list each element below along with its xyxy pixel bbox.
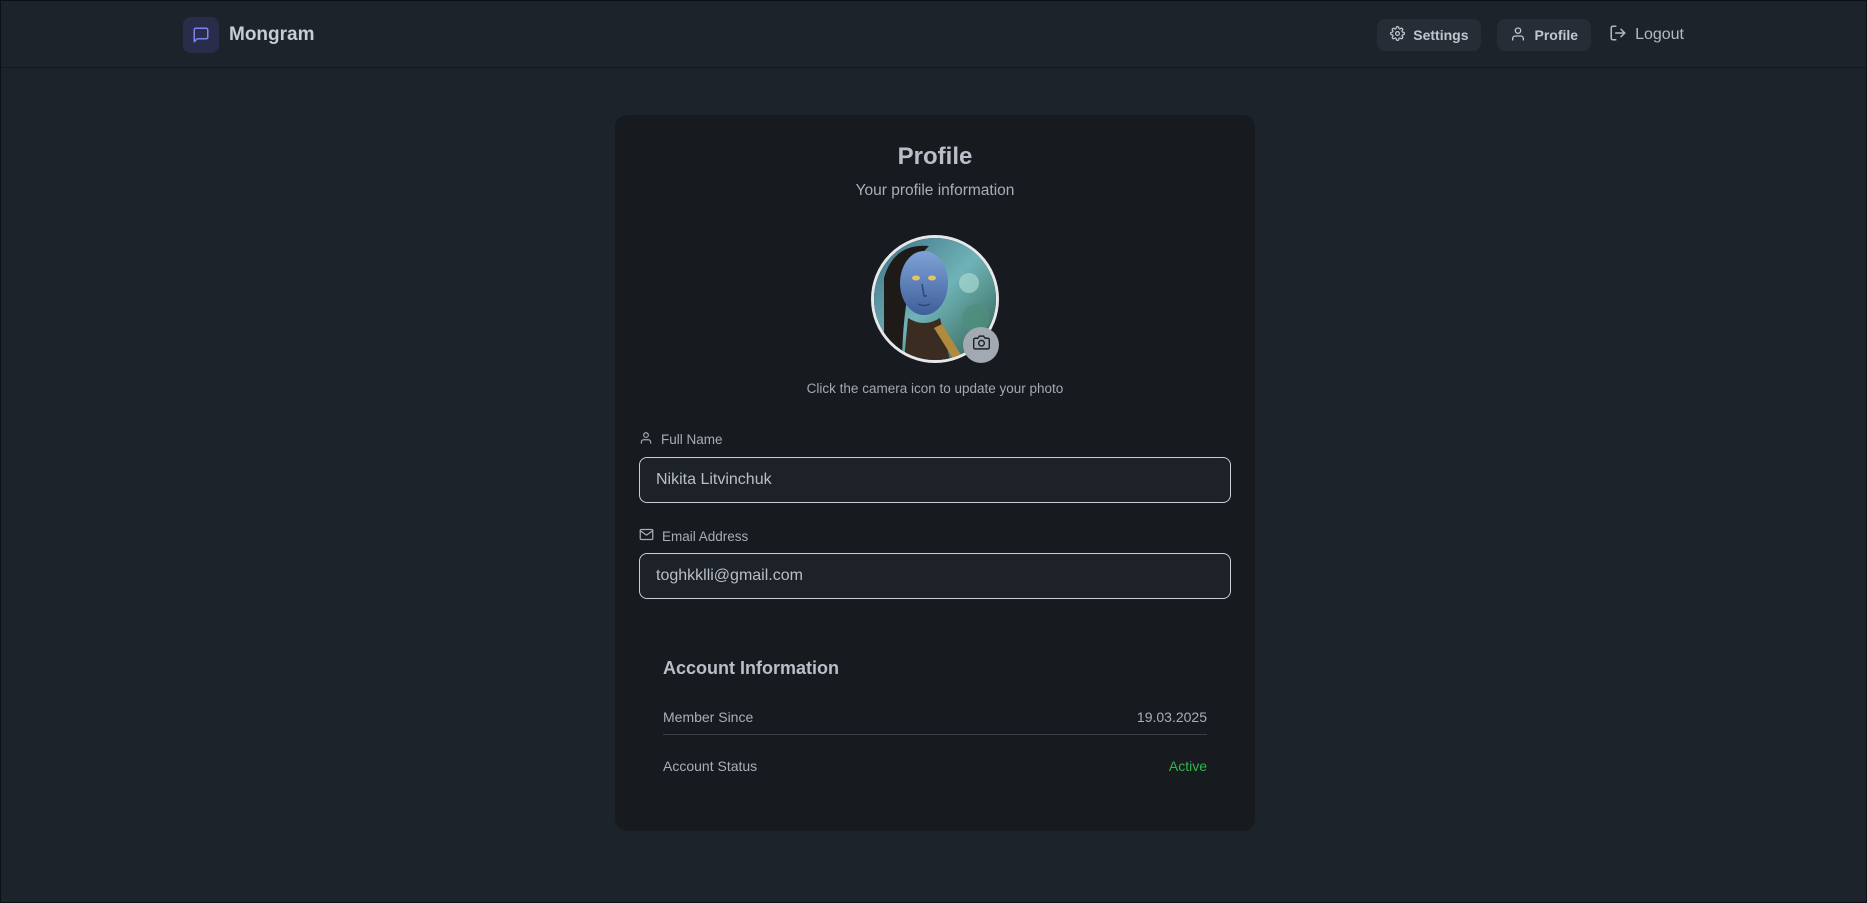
user-icon	[1510, 26, 1526, 45]
nav-menu: Settings Profile Logout	[1377, 19, 1686, 51]
member-since-label: Member Since	[663, 709, 754, 725]
top-navbar: Mongram Settings Profile Logout	[1, 1, 1866, 68]
settings-label: Settings	[1413, 27, 1469, 43]
avatar-hint: Click the camera icon to update your pho…	[806, 381, 1064, 396]
avatar-container	[871, 235, 999, 363]
profile-button[interactable]: Profile	[1497, 19, 1592, 51]
user-icon	[639, 431, 653, 448]
email-field[interactable]	[639, 553, 1231, 599]
status-badge: Active	[1168, 758, 1207, 774]
change-photo-button[interactable]	[963, 327, 999, 363]
mail-icon	[639, 527, 654, 545]
account-info-title: Account Information	[663, 658, 839, 678]
profile-card: Profile Your profile information Click t…	[615, 115, 1255, 831]
gear-icon	[1390, 26, 1406, 44]
app-name: Mongram	[229, 24, 315, 45]
profile-label: Profile	[1534, 27, 1579, 43]
full-name-label: Full Name	[639, 431, 723, 448]
settings-button[interactable]: Settings	[1377, 19, 1482, 51]
chat-bubble-icon	[183, 17, 219, 53]
logout-icon	[1609, 24, 1627, 47]
email-label-text: Email Address	[662, 528, 749, 544]
page-subtitle: Your profile information	[855, 182, 1015, 199]
email-label: Email Address	[639, 527, 748, 545]
page-title: Profile	[897, 143, 973, 170]
account-status-label: Account Status	[663, 758, 758, 774]
member-since-row: Member Since 19.03.2025	[663, 709, 1207, 725]
divider	[663, 734, 1207, 735]
account-status-row: Account Status Active	[663, 758, 1207, 774]
full-name-field[interactable]	[639, 457, 1231, 503]
logout-label: Logout	[1635, 26, 1684, 43]
full-name-label-text: Full Name	[661, 432, 723, 447]
camera-icon	[972, 334, 990, 356]
logout-button[interactable]: Logout	[1607, 19, 1686, 51]
member-since-value: 19.03.2025	[1136, 709, 1207, 725]
brand[interactable]: Mongram	[183, 17, 315, 53]
